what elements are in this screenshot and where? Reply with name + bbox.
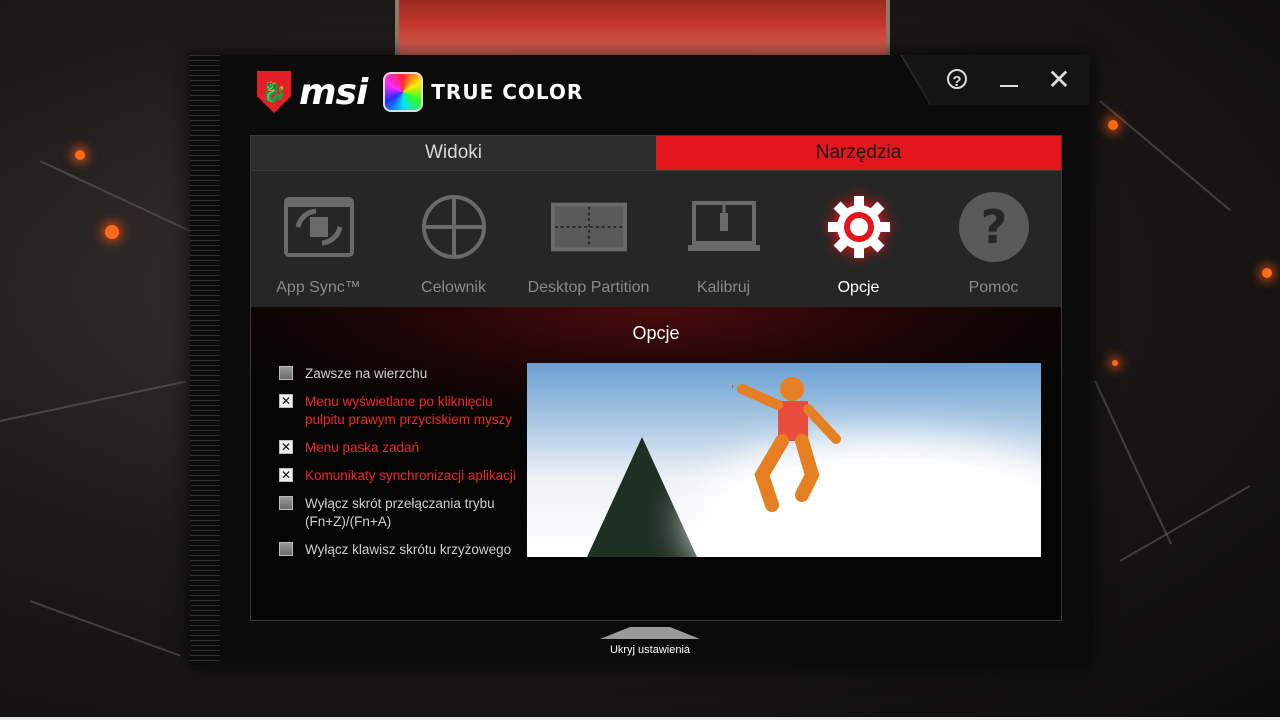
calibrate-laptop-icon: [686, 189, 762, 265]
msi-true-color-window: 🐉 msi TRUE COLOR ? ✕ Widoki Narzędzia Ap…: [190, 55, 1090, 665]
tab-narzedzia[interactable]: Narzędzia: [656, 136, 1061, 170]
help-icon: ?: [956, 189, 1032, 265]
gear-icon: [821, 189, 897, 265]
tool-pomoc[interactable]: ? Pomoc: [926, 171, 1061, 307]
option-label: Menu paska zadań: [305, 440, 420, 455]
option-label: Komunikaty synchronizacji aplikacji: [305, 468, 516, 483]
checkbox[interactable]: [279, 542, 293, 556]
close-button[interactable]: ✕: [1046, 66, 1072, 94]
wallpaper-dragon-emblem: [395, 0, 890, 60]
hide-settings-button[interactable]: Ukryj ustawienia: [595, 627, 705, 656]
tool-opcje[interactable]: Opcje: [791, 171, 926, 307]
collapse-arrow-icon: [600, 627, 700, 639]
option-app-sync-messages[interactable]: ✕ Komunikaty synchronizacji aplikacji: [279, 467, 529, 485]
option-label: Zawsze na wierzchu: [305, 366, 428, 381]
title-bar: 🐉 msi TRUE COLOR ? ✕: [190, 55, 1090, 135]
msi-dragon-shield-icon: 🐉: [257, 71, 291, 113]
option-disable-cross-hotkey[interactable]: Wyłącz klawisz skrótu krzyżowego: [279, 541, 529, 559]
tab-widoki[interactable]: Widoki: [251, 136, 656, 170]
preview-image: [527, 363, 1041, 557]
tool-label: Opcje: [837, 279, 880, 296]
checkbox[interactable]: [279, 366, 293, 380]
tool-desktop-partition[interactable]: Desktop Partition: [521, 171, 656, 307]
option-disable-mode-shortcut[interactable]: Wyłącz skrót przełączania trybu (Fn+Z)/(…: [279, 495, 529, 531]
main-tabs: Widoki Narzędzia: [250, 135, 1062, 171]
tool-bar: App Sync™ Celownik Desktop Partition Kal…: [250, 171, 1062, 307]
checkbox[interactable]: [279, 496, 293, 510]
crosshair-icon: [416, 189, 492, 265]
window-controls: ? ✕: [900, 55, 1090, 105]
options-panel: Opcje Zawsze na wierzchu ✕ Menu wyświetl…: [250, 307, 1062, 621]
option-desktop-context-menu[interactable]: ✕ Menu wyświetlane po kliknięciu pulpitu…: [279, 393, 529, 429]
option-always-on-top[interactable]: Zawsze na wierzchu: [279, 365, 529, 383]
tool-app-sync[interactable]: App Sync™: [251, 171, 386, 307]
minimize-icon: [1000, 85, 1018, 87]
minimize-button[interactable]: [996, 67, 1022, 93]
msi-wordmark: msi: [299, 71, 368, 113]
option-label: Wyłącz klawisz skrótu krzyżowego: [305, 542, 512, 557]
product-name: TRUE COLOR: [431, 80, 584, 104]
option-taskbar-menu[interactable]: ✕ Menu paska zadań: [279, 439, 529, 457]
brand-logo: 🐉 msi TRUE COLOR: [257, 71, 583, 113]
option-label: Menu wyświetlane po kliknięciu pulpitu p…: [305, 394, 513, 427]
tool-label: App Sync™: [276, 279, 361, 296]
tool-kalibruj[interactable]: Kalibruj: [656, 171, 791, 307]
options-list: Zawsze na wierzchu ✕ Menu wyświetlane po…: [279, 365, 529, 569]
hide-settings-label: Ukryj ustawienia: [609, 644, 691, 656]
option-label: Wyłącz skrót przełączania trybu (Fn+Z)/(…: [305, 496, 495, 529]
checkbox[interactable]: ✕: [279, 468, 293, 482]
tool-label: Desktop Partition: [527, 279, 650, 296]
desktop-partition-icon: [550, 189, 627, 265]
preview-tree: [587, 437, 697, 557]
tool-celownik[interactable]: Celownik: [386, 171, 521, 307]
checkbox[interactable]: ✕: [279, 394, 293, 408]
tool-label: Celownik: [421, 279, 486, 296]
app-sync-icon: [281, 189, 357, 265]
panel-title: Opcje: [632, 323, 680, 343]
checkbox[interactable]: ✕: [279, 440, 293, 454]
svg-text:?: ?: [980, 200, 1007, 254]
preview-skier: [732, 377, 841, 512]
help-button[interactable]: ?: [947, 69, 967, 90]
tool-label: Kalibruj: [696, 279, 751, 296]
window-grip: [190, 55, 220, 665]
tool-label: Pomoc: [968, 279, 1019, 296]
true-color-icon: [383, 72, 424, 112]
